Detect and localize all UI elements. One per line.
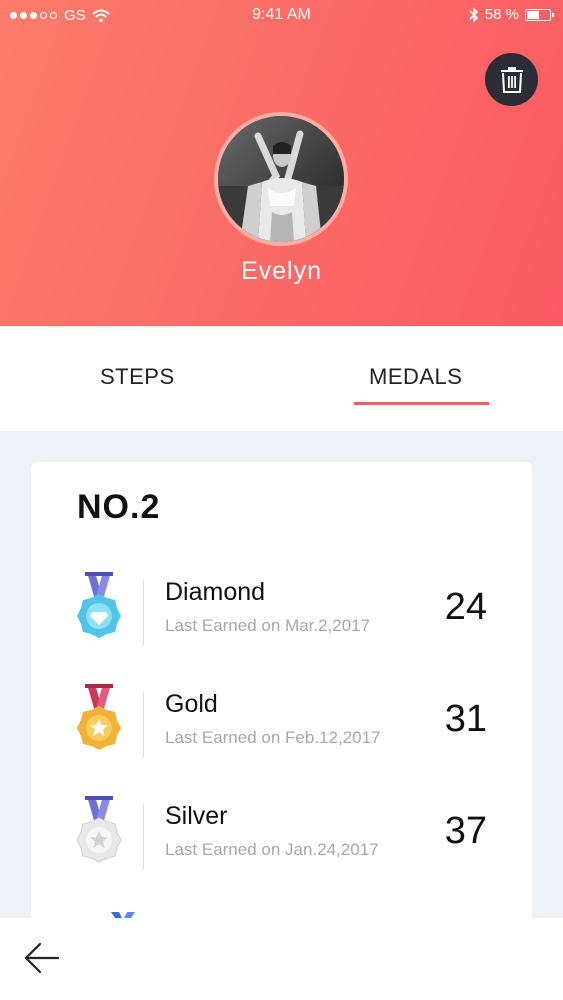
medal-count: 37 <box>444 810 487 852</box>
list-item[interactable]: Diamond Last Earned on Mar.2,2017 24 <box>31 572 532 662</box>
medal-last-earned: Last Earned on Jan.24,2017 <box>165 840 379 859</box>
list-item[interactable]: Silver Last Earned on Jan.24,2017 37 <box>31 796 532 886</box>
diamond-medal-icon <box>77 572 121 638</box>
battery-icon <box>525 8 554 21</box>
medal-name: Diamond <box>165 578 266 606</box>
avatar[interactable] <box>218 116 344 242</box>
battery-percent: 58 % <box>484 6 519 23</box>
status-bar: GS 9:41 AM 58 % <box>0 0 563 32</box>
medal-last-earned: Last Earned on Mar.2,2017 <box>165 616 371 635</box>
status-right: 58 % <box>469 6 554 23</box>
back-button[interactable] <box>22 938 62 978</box>
medal-name: Gold <box>165 690 218 718</box>
rank-label: NO.2 <box>77 488 161 526</box>
medal-last-earned: Last Earned on Feb.12,2017 <box>165 728 381 747</box>
medals-card: NO.2 Diamond Last Earned on Mar.2,2017 2… <box>31 462 532 922</box>
tab-bar: STEPS MEDALS <box>0 326 563 431</box>
back-arrow-icon <box>24 942 60 974</box>
battery-fill <box>527 10 539 19</box>
active-tab-indicator <box>354 402 489 405</box>
username: Evelyn <box>240 257 323 285</box>
medal-count: 24 <box>444 586 487 628</box>
divider <box>143 804 144 870</box>
delete-button[interactable] <box>485 53 538 106</box>
divider <box>143 580 144 646</box>
medal-name: Silver <box>165 802 228 830</box>
medal-count: 31 <box>444 698 487 740</box>
gold-medal-icon <box>77 684 121 750</box>
divider <box>143 692 144 758</box>
tab-medals[interactable]: MEDALS <box>369 364 462 390</box>
profile-photo <box>218 116 344 242</box>
tab-steps[interactable]: STEPS <box>100 364 175 390</box>
profile-header: GS 9:41 AM 58 % Evelyn <box>0 0 563 326</box>
silver-medal-icon <box>76 796 122 863</box>
trash-icon <box>500 66 523 93</box>
bottom-nav-bar <box>0 918 563 1000</box>
bluetooth-icon <box>469 6 478 23</box>
list-item[interactable]: Gold Last Earned on Feb.12,2017 31 <box>31 684 532 774</box>
